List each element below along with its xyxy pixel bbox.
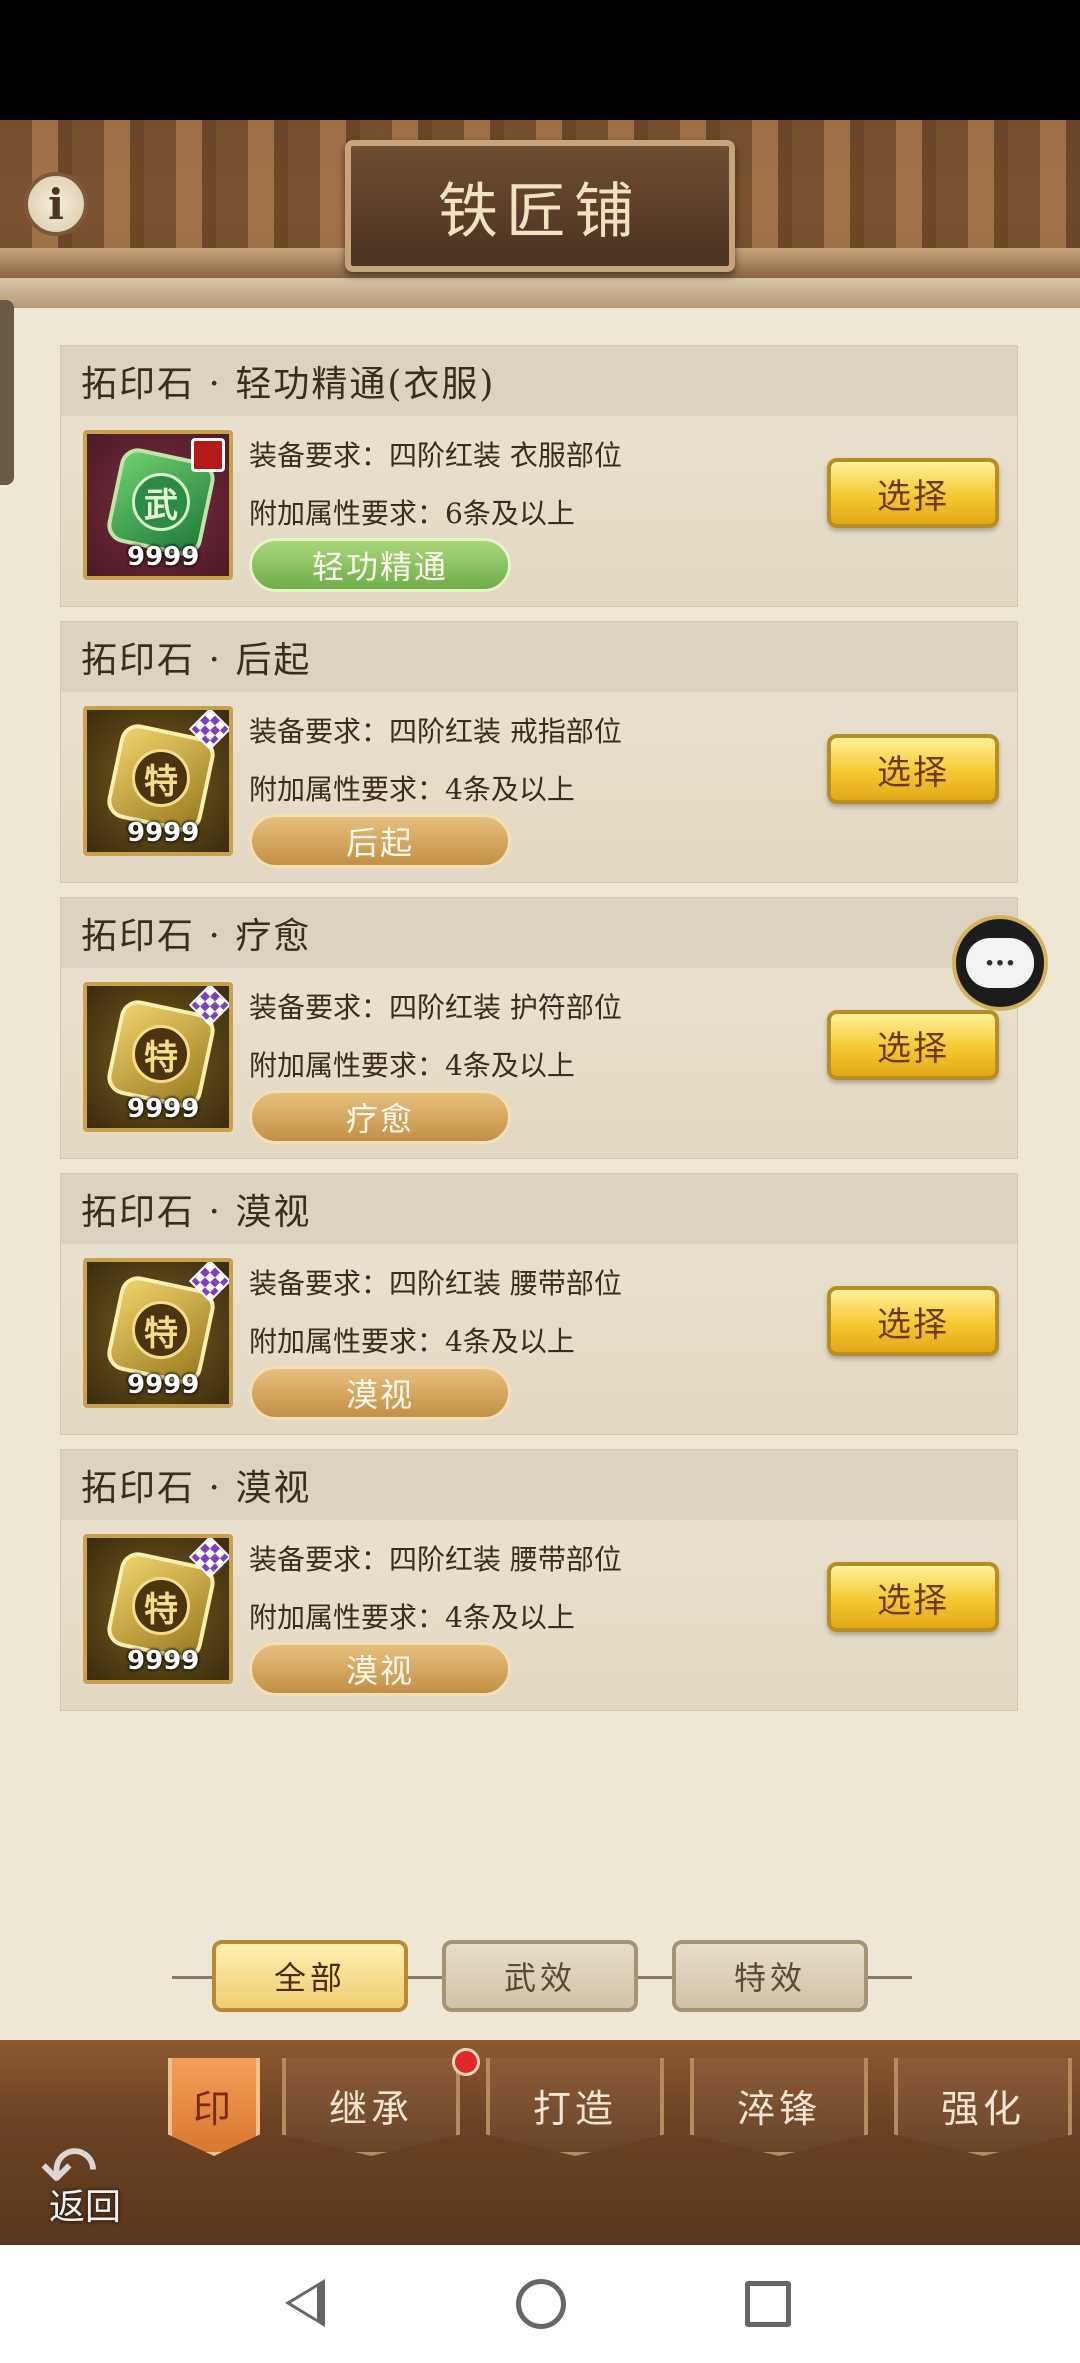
rubbing-stone-icon[interactable]: 武 9999 bbox=[83, 430, 233, 580]
tab-forge[interactable]: 打造 bbox=[486, 2058, 664, 2156]
rubbing-stone-icon[interactable]: 特 9999 bbox=[83, 1534, 233, 1684]
info-icon: i bbox=[48, 179, 64, 229]
chat-bubble-icon: ··· bbox=[966, 938, 1034, 988]
select-button[interactable]: 选择 bbox=[827, 458, 999, 528]
effect-tag: 疗愈 bbox=[249, 1090, 511, 1144]
filter-tabs: 全部 武效 特效 bbox=[162, 1940, 922, 2016]
effect-tag: 漠视 bbox=[249, 1366, 511, 1420]
effect-tag: 漠视 bbox=[249, 1642, 511, 1696]
system-back-icon[interactable] bbox=[285, 2279, 325, 2327]
card-header: 拓印石 · 轻功精通(衣服) bbox=[61, 346, 1017, 416]
side-scroll-handle[interactable] bbox=[0, 300, 14, 485]
item-title: 拓印石 · 后起 bbox=[81, 640, 312, 681]
effect-tag: 轻功精通 bbox=[249, 538, 511, 592]
title-plaque: 铁匠铺 bbox=[345, 140, 735, 272]
item-count: 9999 bbox=[127, 1646, 200, 1676]
select-button[interactable]: 选择 bbox=[827, 1562, 999, 1632]
tab-temper[interactable]: 淬锋 bbox=[690, 2058, 868, 2156]
list-item: 拓印石 · 漠视 特 9999 装备要求：四阶红装 腰带部位 附加属性要求：4条… bbox=[60, 1449, 1018, 1711]
select-button[interactable]: 选择 bbox=[827, 734, 999, 804]
attr-requirement: 附加属性要求：4条及以上 bbox=[249, 1325, 575, 1358]
select-button[interactable]: 选择 bbox=[827, 1010, 999, 1080]
status-bar bbox=[0, 0, 1080, 120]
card-header: 拓印石 · 后起 bbox=[61, 622, 1017, 692]
list-item: 拓印石 · 疗愈 特 9999 装备要求：四阶红装 护符部位 附加属性要求：4条… bbox=[60, 897, 1018, 1159]
game-screen: 铁匠铺 i 拓印石 · 轻功精通(衣服) 武 9999 装备要求：四阶红装 衣服… bbox=[0, 120, 1080, 2245]
back-label: 返回 bbox=[48, 2187, 121, 2228]
item-count: 9999 bbox=[127, 1370, 200, 1400]
chat-button[interactable]: ··· bbox=[952, 915, 1048, 1011]
list-item: 拓印石 · 后起 特 9999 装备要求：四阶红装 戒指部位 附加属性要求：4条… bbox=[60, 621, 1018, 883]
roof-bottom bbox=[0, 278, 1080, 308]
system-recents-icon[interactable] bbox=[745, 2281, 791, 2327]
filter-tab-all[interactable]: 全部 bbox=[212, 1940, 408, 2012]
select-button[interactable]: 选择 bbox=[827, 1286, 999, 1356]
info-button[interactable]: i bbox=[24, 172, 88, 236]
bottom-nav: ↶ 返回 印 继承 打造 淬锋 强化 bbox=[0, 2040, 1080, 2245]
gem-char: 特 bbox=[132, 1301, 190, 1359]
tab-enhance[interactable]: 强化 bbox=[894, 2058, 1072, 2156]
item-count: 9999 bbox=[127, 1094, 200, 1124]
item-count: 9999 bbox=[127, 542, 200, 572]
notification-dot bbox=[452, 2048, 480, 2076]
system-home-icon[interactable] bbox=[516, 2279, 566, 2329]
filter-tab-martial[interactable]: 武效 bbox=[442, 1940, 638, 2012]
attr-requirement: 附加属性要求：6条及以上 bbox=[249, 497, 575, 530]
item-title: 拓印石 · 漠视 bbox=[81, 1468, 312, 1509]
list-item: 拓印石 · 轻功精通(衣服) 武 9999 装备要求：四阶红装 衣服部位 附加属… bbox=[60, 345, 1018, 607]
equip-requirement: 装备要求：四阶红装 戒指部位 bbox=[249, 715, 622, 748]
item-title: 拓印石 · 疗愈 bbox=[81, 916, 312, 957]
item-count: 9999 bbox=[127, 818, 200, 848]
gem-char: 特 bbox=[132, 1025, 190, 1083]
system-nav-bar bbox=[0, 2245, 1080, 2363]
attr-requirement: 附加属性要求：4条及以上 bbox=[249, 1601, 575, 1634]
item-list: 拓印石 · 轻功精通(衣服) 武 9999 装备要求：四阶红装 衣服部位 附加属… bbox=[60, 345, 1018, 1725]
quality-badge-icon bbox=[191, 438, 225, 472]
gem-char: 特 bbox=[132, 1577, 190, 1635]
page-title: 铁匠铺 bbox=[438, 176, 642, 247]
attr-requirement: 附加属性要求：4条及以上 bbox=[249, 773, 575, 806]
item-title: 拓印石 · 漠视 bbox=[81, 1192, 312, 1233]
equip-requirement: 装备要求：四阶红装 腰带部位 bbox=[249, 1267, 622, 1300]
card-header: 拓印石 · 疗愈 bbox=[61, 898, 1017, 968]
effect-tag: 后起 bbox=[249, 814, 511, 868]
equip-requirement: 装备要求：四阶红装 腰带部位 bbox=[249, 1543, 622, 1576]
card-header: 拓印石 · 漠视 bbox=[61, 1450, 1017, 1520]
equip-requirement: 装备要求：四阶红装 衣服部位 bbox=[249, 439, 622, 472]
filter-tab-special[interactable]: 特效 bbox=[672, 1940, 868, 2012]
tab-imprint[interactable]: 印 bbox=[168, 2058, 260, 2156]
attr-requirement: 附加属性要求：4条及以上 bbox=[249, 1049, 575, 1082]
card-header: 拓印石 · 漠视 bbox=[61, 1174, 1017, 1244]
rubbing-stone-icon[interactable]: 特 9999 bbox=[83, 1258, 233, 1408]
gem-char: 武 bbox=[132, 473, 190, 531]
rubbing-stone-icon[interactable]: 特 9999 bbox=[83, 982, 233, 1132]
gem-char: 特 bbox=[132, 749, 190, 807]
roof-header: 铁匠铺 i bbox=[0, 120, 1080, 308]
item-title: 拓印石 · 轻功精通(衣服) bbox=[81, 364, 496, 405]
list-item: 拓印石 · 漠视 特 9999 装备要求：四阶红装 腰带部位 附加属性要求：4条… bbox=[60, 1173, 1018, 1435]
rubbing-stone-icon[interactable]: 特 9999 bbox=[83, 706, 233, 856]
equip-requirement: 装备要求：四阶红装 护符部位 bbox=[249, 991, 622, 1024]
chat-glyph: ··· bbox=[984, 945, 1016, 981]
tab-inherit[interactable]: 继承 bbox=[282, 2058, 460, 2156]
back-button[interactable]: ↶ 返回 bbox=[30, 2130, 140, 2230]
